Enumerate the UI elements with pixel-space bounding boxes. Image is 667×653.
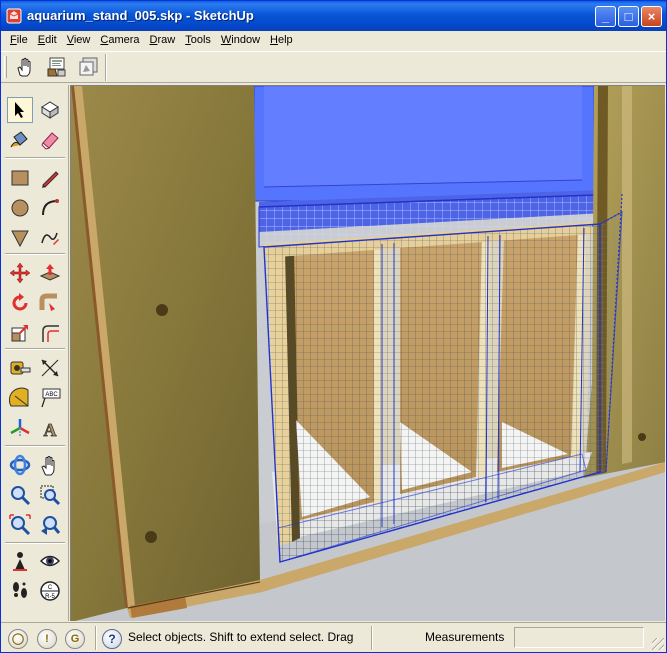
drawing-viewport[interactable] [70, 85, 665, 621]
svg-text:C: C [48, 585, 53, 591]
sketchup-window: aquarium_stand_005.skp - SketchUp _ □ × … [0, 0, 667, 653]
previous-view-icon[interactable] [37, 512, 63, 538]
arc-icon[interactable] [37, 195, 63, 221]
axes-icon[interactable] [7, 415, 33, 441]
instructor-help-icon[interactable]: ? [102, 629, 122, 649]
offset-icon[interactable] [37, 320, 63, 346]
toolbar-separator [5, 157, 65, 159]
menu-edit-accel: E [37, 34, 46, 46]
title-bar[interactable]: aquarium_stand_005.skp - SketchUp _ □ × [1, 1, 666, 31]
position-camera-icon[interactable] [7, 548, 33, 574]
measurements-label: Measurements [425, 630, 505, 644]
status-bar: ◯ ! G ? Select objects. Shift to extend … [1, 622, 666, 652]
svg-text:R-5: R-5 [45, 594, 55, 600]
select-arrow-icon[interactable] [7, 97, 33, 123]
minimize-button[interactable]: _ [595, 6, 616, 27]
freehand-icon[interactable] [37, 225, 63, 251]
rotate-icon[interactable] [7, 290, 33, 316]
menu-file-accel: F [10, 34, 17, 46]
menu-view[interactable]: View [62, 31, 96, 50]
menu-camera-label: amera [108, 34, 140, 46]
walk-icon[interactable] [7, 578, 33, 604]
menu-draw[interactable]: Draw [145, 31, 181, 50]
measurements-input[interactable] [514, 627, 644, 648]
menu-tools-label: ools [190, 34, 211, 46]
hand-pointer-icon[interactable] [13, 55, 37, 79]
aquarium-stand-model[interactable] [71, 86, 665, 621]
maximize-button[interactable]: □ [618, 6, 639, 27]
menu-edit[interactable]: Edit [33, 31, 62, 50]
rectangle-icon[interactable] [7, 165, 33, 191]
pan-hand-icon[interactable] [37, 452, 63, 478]
status-separator [95, 626, 97, 650]
google-signin-icon[interactable]: G [65, 629, 85, 649]
menu-view-accel: V [66, 34, 74, 46]
zoom-window-icon[interactable] [37, 482, 63, 508]
instructor-icon[interactable] [45, 55, 69, 79]
top-toolbar [1, 51, 666, 83]
zoom-icon[interactable] [7, 482, 33, 508]
move-icon[interactable] [7, 260, 33, 286]
scale-icon[interactable] [7, 320, 33, 346]
toolbar-separator [5, 348, 65, 350]
push-pull-icon[interactable] [37, 260, 63, 286]
menu-file-label: ile [16, 34, 28, 46]
resize-grip[interactable] [652, 638, 664, 650]
text-label-icon[interactable]: ABC [37, 385, 63, 411]
dimension-icon[interactable] [37, 355, 63, 381]
credits-icon[interactable]: ! [37, 629, 57, 649]
eraser-icon[interactable] [37, 127, 63, 153]
menu-camera[interactable]: Camera [95, 31, 144, 50]
follow-me-icon[interactable] [37, 290, 63, 316]
menu-window-accel: W [220, 34, 232, 46]
menu-edit-label: dit [45, 34, 57, 46]
close-button[interactable]: × [641, 6, 662, 27]
toolbar-separator [5, 542, 65, 544]
menu-bar: File Edit View Camera Draw Tools Window … [1, 31, 666, 50]
zoom-extents-icon[interactable] [7, 512, 33, 538]
menu-window-label: indow [231, 34, 261, 46]
sketchup-app-icon[interactable] [6, 8, 22, 24]
window-title: aquarium_stand_005.skp - SketchUp [27, 8, 254, 23]
orbit-icon[interactable] [7, 452, 33, 478]
circle-icon[interactable] [7, 195, 33, 221]
menu-help-accel: H [270, 34, 278, 46]
text-label-glyph: ABC [45, 392, 58, 398]
status-separator [371, 626, 373, 650]
geo-location-icon[interactable]: ◯ [8, 629, 28, 649]
menu-help[interactable]: Help [265, 31, 298, 50]
make-component-icon[interactable] [37, 97, 63, 123]
menu-file[interactable]: File [5, 31, 33, 50]
component-browser-icon[interactable] [77, 55, 101, 79]
toolbar-separator [5, 445, 65, 447]
polygon-icon[interactable] [7, 225, 33, 251]
left-toolbar: ABC A C R-5 [1, 85, 69, 621]
menu-draw-label: raw [157, 34, 176, 46]
look-around-icon[interactable] [37, 548, 63, 574]
menu-window[interactable]: Window [216, 31, 265, 50]
tape-measure-icon[interactable] [7, 355, 33, 381]
3d-text-glyph: A [44, 420, 57, 439]
toolbar-separator [5, 253, 65, 255]
3d-text-icon[interactable]: A [37, 415, 63, 441]
protractor-icon[interactable] [7, 385, 33, 411]
section-plane-icon[interactable]: C R-5 [37, 578, 63, 604]
menu-tools[interactable]: Tools [180, 31, 216, 50]
menu-view-label: iew [73, 34, 91, 46]
pencil-line-icon[interactable] [37, 165, 63, 191]
menu-help-label: elp [277, 34, 293, 46]
toolbar-separator [105, 54, 107, 81]
status-text: Select objects. Shift to extend select. … [128, 630, 354, 644]
toolbar-grip[interactable] [4, 56, 7, 78]
paint-bucket-icon[interactable] [7, 127, 33, 153]
